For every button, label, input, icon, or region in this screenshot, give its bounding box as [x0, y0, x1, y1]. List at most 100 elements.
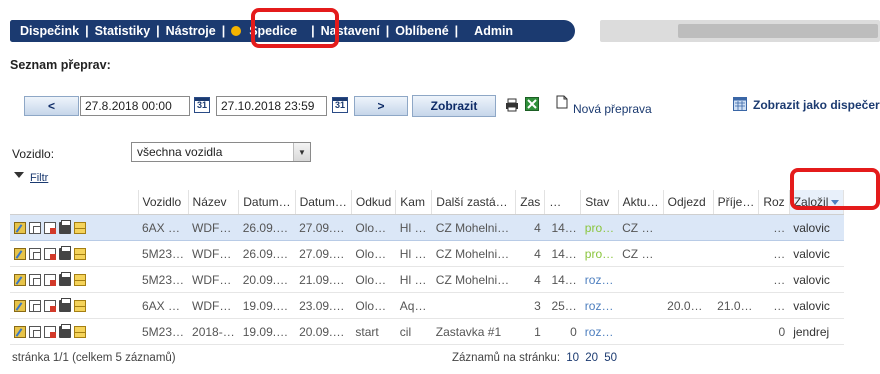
vehicle-select[interactable]: všechna vozidla ▼: [131, 142, 311, 162]
delete-icon[interactable]: [44, 325, 56, 338]
per-page-10[interactable]: 10: [566, 352, 579, 364]
cell-nazev: 2018-…: [188, 318, 239, 345]
header-prijezd[interactable]: Příje…: [713, 190, 760, 215]
nav-dispecink[interactable]: Dispečink: [10, 24, 83, 38]
cell-odjezd: 20.0…: [663, 292, 714, 319]
edit-icon[interactable]: [14, 325, 26, 338]
cell-x: 14…: [544, 240, 581, 267]
header-datum-1[interactable]: Datum…: [238, 190, 296, 215]
cell-stav: pro…: [580, 240, 619, 267]
nav-nastroje[interactable]: Nástroje: [162, 24, 220, 38]
header-roz[interactable]: Roz: [758, 190, 790, 215]
header-aktu[interactable]: Aktu…: [618, 190, 664, 215]
edit-icon[interactable]: [14, 273, 26, 286]
cell-vozidlo: 6AX …: [138, 214, 189, 241]
cell-zas: 1: [515, 318, 545, 345]
header-stav[interactable]: Stav: [580, 190, 619, 215]
copy-icon[interactable]: [29, 299, 41, 312]
delete-icon[interactable]: [44, 221, 56, 234]
header-zas[interactable]: Zas: [515, 190, 546, 215]
filter-toggle-icon[interactable]: [14, 172, 24, 178]
show-button[interactable]: Zobrazit: [412, 95, 496, 117]
header-vozidlo[interactable]: Vozidlo: [138, 190, 189, 215]
row-actions: [10, 214, 138, 241]
per-page-20[interactable]: 20: [585, 352, 598, 364]
date-to-input[interactable]: 27.10.2018 23:59: [216, 96, 327, 116]
print-icon[interactable]: [59, 323, 71, 338]
mail-icon[interactable]: [74, 247, 86, 260]
copy-icon[interactable]: [29, 273, 41, 286]
calendar-icon[interactable]: 31: [194, 97, 210, 113]
copy-icon[interactable]: [29, 221, 41, 234]
header-odkud[interactable]: Odkud: [351, 190, 397, 215]
excel-icon[interactable]: [525, 97, 539, 111]
nav-statistiky[interactable]: Statistiky: [91, 24, 155, 38]
cell-aktu: CZ …: [618, 214, 664, 241]
copy-icon[interactable]: [29, 325, 41, 338]
nav-oblibene[interactable]: Oblíbené: [391, 24, 452, 38]
cell-kam: Aq…: [395, 292, 432, 319]
print-icon[interactable]: [59, 245, 71, 260]
header-ellipsis[interactable]: …: [544, 190, 582, 215]
show-as-dispatcher-link[interactable]: Zobrazit jako dispečer: [753, 98, 880, 112]
copy-icon[interactable]: [29, 247, 41, 260]
mail-icon[interactable]: [74, 221, 86, 234]
table-row[interactable]: 6AX … WDF… 19.09.… 23.09.… Olo… Aq… 3 25… roz… 20…: [10, 292, 844, 319]
cell-dalsi: [431, 292, 516, 319]
printer-icon[interactable]: [505, 98, 519, 112]
prev-button[interactable]: <: [24, 96, 79, 116]
new-document-icon[interactable]: [555, 95, 569, 109]
table-row[interactable]: 5M23… WDF… 26.09.… 27.09.… Olo… Hl … CZ Moheln…: [10, 240, 844, 267]
cell-datum1: 26.09.…: [238, 240, 296, 267]
cell-datum2: 27.09.…: [295, 240, 352, 267]
delete-icon[interactable]: [44, 299, 56, 312]
cell-aktu: [618, 292, 664, 319]
calendar-icon[interactable]: 31: [332, 97, 348, 113]
cell-odjezd: [663, 240, 714, 267]
header-dalsi-zastavka[interactable]: Další zastá…: [431, 190, 517, 215]
date-from-input[interactable]: 27.8.2018 00:00: [80, 96, 190, 116]
cell-datum2: 27.09.…: [295, 214, 352, 241]
header-odjezd[interactable]: Odjezd: [663, 190, 714, 215]
cell-prije: 21.0…: [713, 292, 759, 319]
filter-link[interactable]: Filtr: [30, 172, 48, 184]
per-page-50[interactable]: 50: [604, 352, 617, 364]
cell-zalozil: jendrej: [789, 318, 844, 345]
header-search-box[interactable]: [678, 24, 878, 38]
print-icon[interactable]: [59, 219, 71, 234]
cell-roz: …: [758, 292, 790, 319]
nav-admin[interactable]: Admin: [460, 24, 517, 38]
next-button[interactable]: >: [354, 96, 408, 116]
chevron-down-icon[interactable]: ▼: [293, 143, 310, 161]
mail-icon[interactable]: [74, 299, 86, 312]
highlight-box-spedice: [251, 8, 339, 48]
delete-icon[interactable]: [44, 247, 56, 260]
cell-odkud: Olo…: [351, 266, 396, 293]
print-icon[interactable]: [59, 271, 71, 286]
print-icon[interactable]: [59, 297, 71, 312]
cell-stav: roz…: [580, 266, 619, 293]
table-row[interactable]: 5M23… WDF… 20.09.… 21.09.… Olo… Hl … CZ Moheln…: [10, 266, 844, 293]
header-nazev[interactable]: Název: [188, 190, 240, 215]
cell-zalozil: valovic: [789, 240, 844, 267]
highlight-box-zalozil: [790, 168, 880, 210]
transport-table: Vozidlo Název Datum… Datum… Odkud Kam Da…: [10, 190, 845, 345]
edit-icon[interactable]: [14, 299, 26, 312]
header-kam[interactable]: Kam: [395, 190, 433, 215]
edit-icon[interactable]: [14, 247, 26, 260]
cell-prije: [713, 318, 759, 345]
header-datum-2[interactable]: Datum…: [295, 190, 352, 215]
dispatcher-view-icon[interactable]: [733, 97, 747, 111]
new-transport-link[interactable]: Nová přeprava: [573, 102, 652, 116]
table-row[interactable]: 6AX … WDF… 26.09.… 27.09.… Olo… Hl … CZ Moheln…: [10, 214, 844, 241]
table-row[interactable]: 5M23… 2018-… 19.09.… 20.09.… start cil Zastavk…: [10, 318, 844, 345]
cell-aktu: CZ …: [618, 240, 664, 267]
delete-icon[interactable]: [44, 273, 56, 286]
mail-icon[interactable]: [74, 325, 86, 338]
cell-roz: …: [758, 214, 790, 241]
cell-datum2: 21.09.…: [295, 266, 352, 293]
edit-icon[interactable]: [14, 221, 26, 234]
page-title: Seznam přeprav:: [10, 58, 111, 72]
mail-icon[interactable]: [74, 273, 86, 286]
cell-x: 14…: [544, 214, 581, 241]
